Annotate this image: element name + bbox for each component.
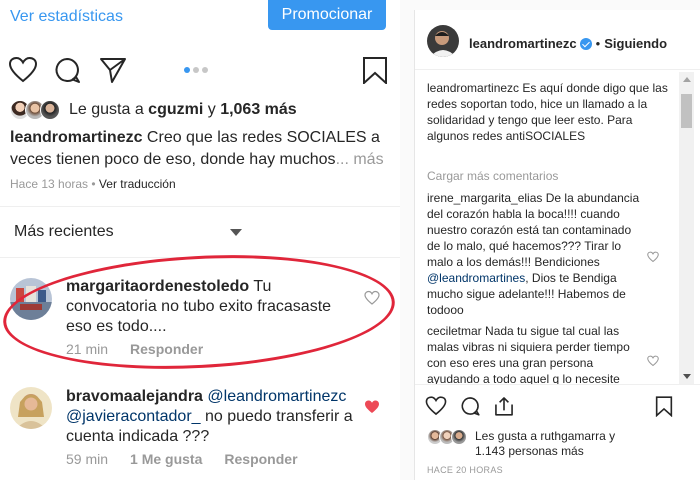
post-caption: leandromartinezc Es aquí donde digo que … [427,80,677,144]
comment-liked-heart-icon[interactable] [364,399,380,415]
likes-text: Le gusta a cguzmi y 1,063 más [69,101,297,119]
comments-scrollbar[interactable] [679,72,694,384]
liker-username-link[interactable]: cguzmi [148,101,203,118]
caption-username-link[interactable]: leandromartinezc [10,129,142,146]
scroll-up-arrow-icon[interactable] [683,77,691,82]
post-caption: leandromartinezc Creo que las redes SOCI… [10,127,390,171]
likes-conj: y [203,101,221,118]
comment-like-heart-icon[interactable] [647,355,659,367]
translate-link[interactable]: Ver traducción [99,177,176,191]
chevron-down-icon [230,228,242,236]
commenter-avatar[interactable] [10,387,52,429]
post-action-bar: Les gusta a ruthgamarra y 1.143 personas… [415,384,700,480]
comment-time: 21 min [66,341,109,357]
comment-text: bravomaalejandra @leandromartinezc @javi… [66,387,356,447]
scrollbar-thumb[interactable] [681,94,692,128]
post-timestamp-row: Hace 13 horas • Ver traducción [10,177,176,191]
share-upload-icon[interactable] [493,395,515,417]
separator: • [88,177,99,191]
likes-conj: y [605,429,616,443]
likes-summary: Le gusta a cguzmi y 1,063 más [10,99,297,121]
comment-bubble-icon[interactable] [459,395,481,417]
liker-avatar[interactable] [40,100,60,120]
promote-button[interactable]: Promocionar [268,0,386,30]
post-timestamp: HACE 20 HORAS [427,465,503,475]
author-avatar[interactable] [427,25,459,57]
caption-ellipsis: ... [335,151,349,168]
likes-prefix: Les gusta a [475,429,541,443]
avatar-photo [427,25,459,57]
view-stats-link[interactable]: Ver estadísticas [10,8,123,26]
divider [0,257,400,258]
author-username-link[interactable]: leandromartinezc [469,36,577,51]
like-heart-icon[interactable] [425,395,447,417]
commenter-username-link[interactable]: irene_margarita_elias [427,191,542,205]
carousel-dot [193,67,199,73]
comment-likes-link[interactable]: 1 Me gusta [130,451,202,467]
share-send-icon[interactable] [98,56,128,84]
reply-button[interactable]: Responder [130,341,203,357]
separator: • [595,36,601,51]
liker-avatar[interactable] [451,429,467,445]
comment-like-heart-icon[interactable] [364,290,380,306]
author-info: leandromartinezc • Siguiendo [469,36,667,51]
comment-text: margaritaordenestoledo Tu convocatoria n… [66,277,356,337]
post-header: leandromartinezc • Siguiendo [415,10,700,70]
avatar-photo [10,278,52,320]
mention-link[interactable]: @leandromartinezc [203,388,346,405]
commenter-username-link[interactable]: bravomaalejandra [66,388,203,405]
likes-text: Les gusta a ruthgamarra y 1.143 personas… [475,429,635,459]
likes-prefix: Le gusta a [69,101,149,118]
liker-username-link[interactable]: ruthgamarra [540,429,605,443]
carousel-indicator [184,67,208,73]
carousel-dot [202,67,208,73]
likes-count-link[interactable]: 1,063 más [220,101,297,118]
scroll-down-arrow-icon[interactable] [683,374,691,379]
likes-count-link[interactable]: 1.143 personas más [475,444,584,458]
comment-bubble-icon[interactable] [52,56,82,84]
like-heart-icon[interactable] [8,56,38,84]
divider [0,206,400,207]
mention-link[interactable]: @javieracontador_ [66,408,201,425]
comment-text: ceciletmar Nada tu sigue tal cual las ma… [427,323,641,384]
comment-sort-dropdown[interactable]: Más recientes [14,223,242,241]
comments-scroll-area[interactable]: leandromartinezc Es aquí donde digo que … [415,70,700,384]
caption-username-link[interactable]: leandromartinezc [427,81,519,95]
avatar-photo [10,387,52,429]
comment-time: 59 min [66,451,109,467]
commenter-avatar[interactable] [10,278,52,320]
carousel-dot [184,67,190,73]
post-sidebar-panel: leandromartinezc • Siguiendo leandromart… [414,10,700,480]
save-bookmark-icon[interactable] [360,56,390,84]
comment-meta: 21 min Responder [66,341,203,357]
commenter-username-link[interactable]: margaritaordenestoledo [66,278,249,295]
save-bookmark-icon[interactable] [653,395,675,417]
post-detail-panel: Ver estadísticas Promocionar Le gusta a … [0,0,400,480]
likes-summary: Les gusta a ruthgamarra y 1.143 personas… [427,429,635,459]
following-button[interactable]: Siguiendo [604,36,667,51]
load-more-comments-link[interactable]: Cargar más comentarios [427,169,558,183]
comment-meta: 59 min 1 Me gusta Responder [66,451,298,467]
post-timestamp: Hace 13 horas [10,177,89,191]
reply-button[interactable]: Responder [224,451,297,467]
comment-text: irene_margarita_elias De la abundancia d… [427,190,641,318]
commenter-username-link[interactable]: ceciletmar [427,324,482,338]
comment-like-heart-icon[interactable] [647,251,659,263]
sort-label: Más recientes [14,223,114,240]
caption-more-link[interactable]: más [349,151,383,168]
verified-badge-icon [579,37,592,50]
post-action-bar [0,52,400,88]
mention-link[interactable]: @leandromartines [427,271,525,285]
